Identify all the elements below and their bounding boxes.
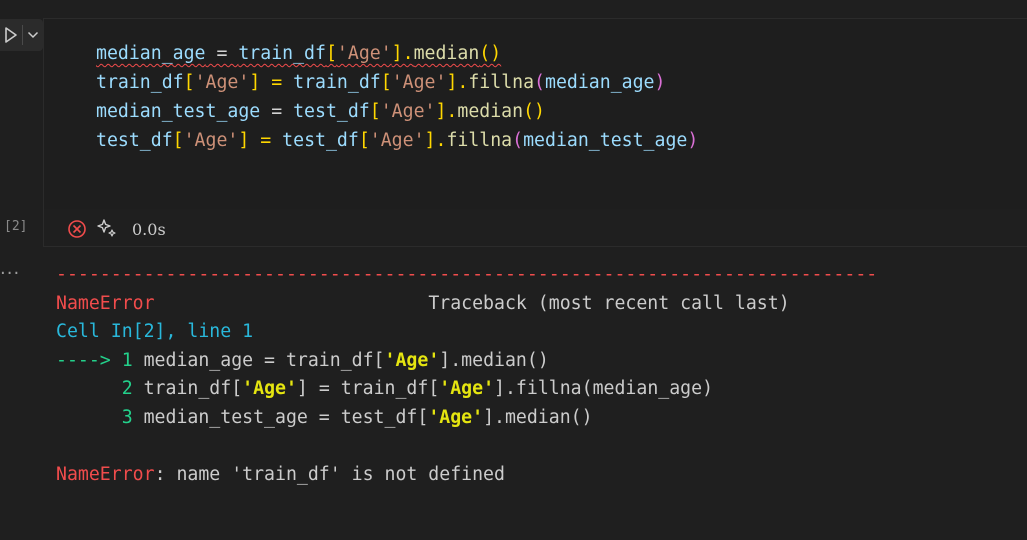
traceback-line-1: ----> 1 median_age = train_df['Age'].med… bbox=[56, 349, 549, 371]
traceback-line-2: 2 train_df['Age'] = train_df['Age'].fill… bbox=[121, 378, 714, 400]
sparkle-icon bbox=[97, 219, 116, 237]
traceback-separator: ----------------------------------------… bbox=[56, 264, 878, 285]
token-variable: median_test_age bbox=[523, 130, 688, 151]
error-detail: : name 'train_df' is not defined bbox=[154, 464, 505, 486]
token-bracket: ] = bbox=[238, 130, 283, 151]
token-bracket: [ bbox=[172, 130, 184, 151]
cell-status-bar: 0.0s bbox=[66, 217, 166, 241]
token-function: median bbox=[413, 43, 480, 64]
line-number: 2 bbox=[121, 378, 133, 400]
error-message: NameError: name 'train_df' is not define… bbox=[56, 461, 877, 490]
run-cell-button[interactable] bbox=[0, 19, 22, 51]
traceback-label: Traceback (most recent call last) bbox=[428, 292, 790, 314]
play-icon bbox=[5, 27, 17, 43]
execution-time: 0.0s bbox=[132, 219, 166, 239]
token-function: fillna bbox=[446, 130, 513, 151]
token-operator: = bbox=[205, 43, 239, 64]
token-operator: = bbox=[260, 101, 294, 122]
token-bracket: () bbox=[523, 101, 545, 122]
run-controls bbox=[0, 19, 43, 51]
execution-count: [2] bbox=[4, 219, 28, 234]
ai-fix-button[interactable] bbox=[96, 218, 118, 240]
token-variable: median_age bbox=[545, 72, 655, 93]
error-name: NameError bbox=[56, 464, 155, 486]
token-bracket: [ bbox=[380, 72, 392, 93]
run-options-button[interactable] bbox=[23, 19, 43, 51]
token-bracket: ) bbox=[654, 72, 666, 93]
token-string: 'Age' bbox=[336, 43, 392, 64]
token-variable: train_df bbox=[293, 72, 381, 93]
token-string: 'Age' bbox=[391, 72, 447, 93]
token-bracket: () bbox=[479, 43, 502, 64]
token-variable: test_df bbox=[282, 130, 359, 151]
code-line-4[interactable]: test_df['Age'] = test_df['Age'].fillna(m… bbox=[96, 126, 698, 155]
code-lines: median_age = train_df['Age'].median() tr… bbox=[96, 39, 698, 155]
token-variable: median_test_age bbox=[96, 101, 261, 122]
token-function: fillna bbox=[468, 72, 535, 93]
token-bracket: ]. bbox=[391, 43, 414, 64]
chevron-down-icon bbox=[27, 31, 39, 39]
token-variable: train_df bbox=[96, 72, 184, 93]
token-bracket: [ bbox=[369, 101, 381, 122]
error-arrow: ----> bbox=[56, 349, 122, 371]
token-bracket: ]. bbox=[446, 72, 469, 93]
notebook-cell-view: median_age = train_df['Age'].median() tr… bbox=[0, 0, 1027, 540]
token-function: median bbox=[457, 101, 524, 122]
code-line-1[interactable]: median_age = train_df['Age'].median() bbox=[96, 39, 698, 68]
error-name: NameError bbox=[56, 292, 155, 314]
token-string: 'Age' bbox=[194, 72, 250, 93]
token-bracket: ( bbox=[512, 130, 524, 151]
line-number: 1 bbox=[121, 349, 133, 371]
token-bracket: ) bbox=[687, 130, 699, 151]
token-bracket: ]. bbox=[435, 101, 458, 122]
token-string: 'Age' bbox=[380, 101, 436, 122]
line-number: 3 bbox=[121, 406, 133, 428]
token-variable: test_df bbox=[96, 130, 173, 151]
token-string: 'Age' bbox=[183, 130, 239, 151]
token-variable: test_df bbox=[293, 101, 370, 122]
token-bracket: ] = bbox=[249, 72, 294, 93]
error-status-button[interactable] bbox=[66, 218, 88, 240]
token-variable: median_age bbox=[96, 43, 206, 64]
code-line-3[interactable]: median_test_age = test_df['Age'].median(… bbox=[96, 97, 698, 126]
output-actions-button[interactable]: ... bbox=[0, 258, 20, 279]
token-bracket: [ bbox=[358, 130, 370, 151]
code-editor[interactable]: median_age = train_df['Age'].median() tr… bbox=[44, 19, 1027, 209]
cell-reference-link[interactable]: Cell In[2], line 1 bbox=[56, 318, 877, 347]
token-bracket: [ bbox=[183, 72, 195, 93]
token-bracket: ( bbox=[534, 72, 545, 93]
token-string: 'Age' bbox=[369, 130, 425, 151]
cell-output: ----------------------------------------… bbox=[56, 261, 877, 490]
token-bracket: ]. bbox=[424, 130, 447, 151]
error-circle-icon bbox=[68, 220, 86, 238]
traceback-header: NameError Traceback (most recent call la… bbox=[56, 290, 877, 319]
code-line-2[interactable]: train_df['Age'] = train_df['Age'].fillna… bbox=[96, 68, 698, 97]
token-bracket: [ bbox=[325, 43, 337, 64]
traceback-line-3: 3 median_test_age = test_df['Age'].media… bbox=[121, 406, 593, 428]
token-variable: train_df bbox=[238, 43, 326, 64]
